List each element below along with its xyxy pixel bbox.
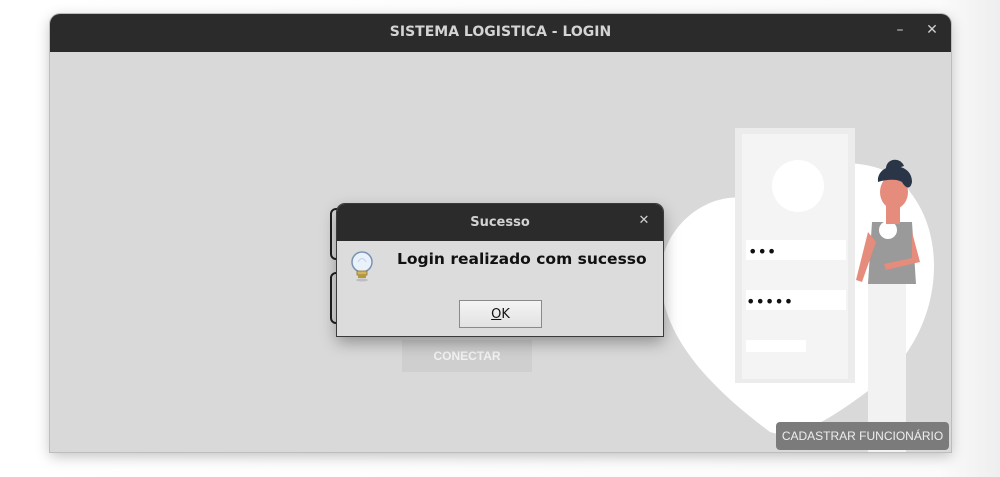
dialog-title: Sucesso <box>470 215 530 230</box>
close-button[interactable]: ✕ <box>924 22 940 42</box>
dialog-close-button[interactable]: ✕ <box>637 213 651 231</box>
dialog-titlebar[interactable]: Sucesso ✕ <box>337 204 663 241</box>
register-employee-button[interactable]: CADASTRAR FUNCIONÁRIO <box>776 422 949 450</box>
illustration-username-dots: ••• <box>748 242 776 261</box>
success-dialog: Sucesso ✕ Login realizado com sucesso OK <box>337 204 663 336</box>
ok-button[interactable]: OK <box>459 300 542 328</box>
ok-label-rest: K <box>501 306 510 322</box>
connect-button[interactable]: CONECTAR <box>402 340 532 372</box>
dialog-message: Login realizado com sucesso <box>397 250 647 268</box>
illustration-password-dots: ••••• <box>746 292 793 311</box>
window-title: SISTEMA LOGISTICA - LOGIN <box>389 24 612 40</box>
login-illustration: ••• ••••• <box>660 128 934 452</box>
minimize-button[interactable]: – <box>892 22 908 42</box>
window-titlebar[interactable]: SISTEMA LOGISTICA - LOGIN – ✕ <box>50 14 951 52</box>
lightbulb-info-icon <box>351 251 373 282</box>
ok-mnemonic: O <box>491 306 502 322</box>
